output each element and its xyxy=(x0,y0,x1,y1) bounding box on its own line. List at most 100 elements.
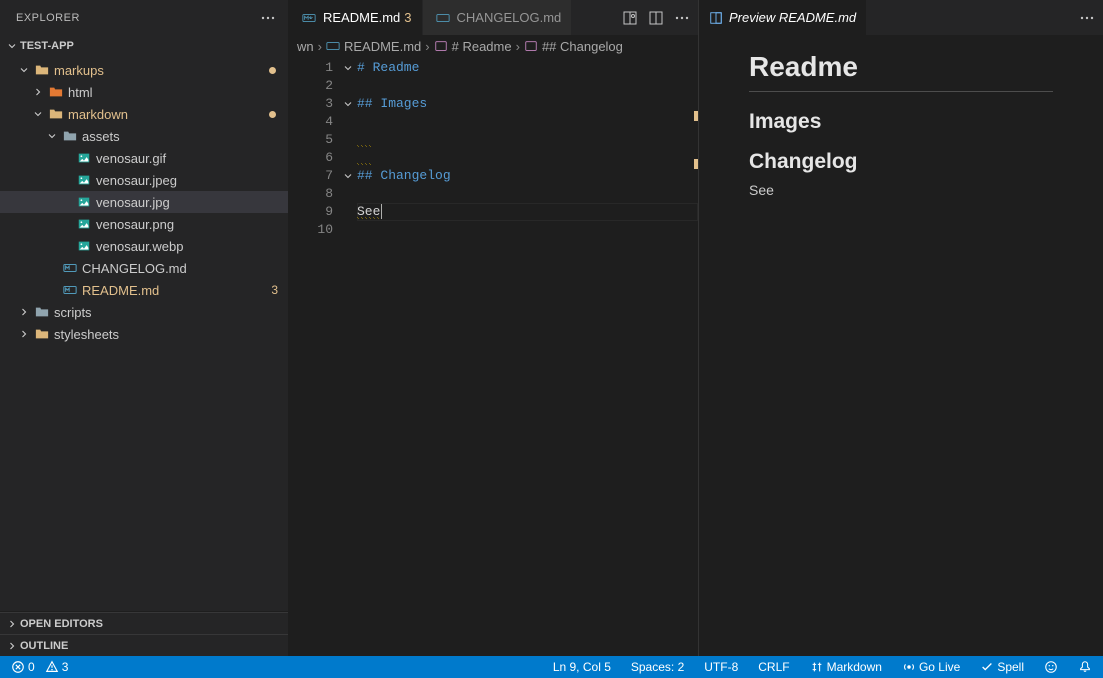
folder-orange-icon xyxy=(34,62,50,78)
preview-tabs: Preview README.md xyxy=(699,0,1103,35)
chevron-down-icon xyxy=(30,106,46,122)
tab-preview[interactable]: Preview README.md xyxy=(699,0,866,35)
tree-label: README.md xyxy=(82,283,159,298)
open-preview-side-icon[interactable] xyxy=(620,8,640,28)
code-content[interactable]: # Readme## Images ## ChangelogSee xyxy=(357,57,698,656)
preview-content: Readme Images Changelog See xyxy=(699,35,1103,656)
panel-label: OUTLINE xyxy=(20,640,68,652)
status-indentation[interactable]: Spaces: 2 xyxy=(628,660,687,674)
folder-scripts-icon xyxy=(34,304,50,320)
status-language[interactable]: Markdown xyxy=(807,660,885,674)
editor-actions xyxy=(614,8,698,28)
tree-folder[interactable]: markdown xyxy=(0,103,288,125)
sidebar-bottom-panels: OPEN EDITORS OUTLINE xyxy=(0,611,288,656)
status-eol[interactable]: CRLF xyxy=(755,660,792,674)
breadcrumb-item[interactable]: # Readme xyxy=(434,39,512,54)
md-file-icon xyxy=(435,10,451,26)
overview-ruler[interactable] xyxy=(684,57,698,656)
tree-file[interactable]: venosaur.gif xyxy=(0,147,288,169)
breadcrumb-item[interactable]: wn xyxy=(297,39,314,54)
more-icon[interactable] xyxy=(256,6,280,30)
tree-folder[interactable]: html xyxy=(0,81,288,103)
preview-h1: Readme xyxy=(749,51,1053,92)
more-icon[interactable] xyxy=(1077,8,1097,28)
image-icon xyxy=(76,172,92,188)
panel-outline[interactable]: OUTLINE xyxy=(0,634,288,656)
status-bell-icon[interactable] xyxy=(1075,660,1095,674)
tree-label: assets xyxy=(82,129,120,144)
status-feedback-icon[interactable] xyxy=(1041,660,1061,674)
breadcrumb-item[interactable]: README.md xyxy=(326,39,421,54)
tree-label: markdown xyxy=(68,107,128,122)
root-folder-name: TEST-APP xyxy=(20,40,74,52)
tree-label: markups xyxy=(54,63,104,78)
breadcrumb-item[interactable]: ## Changelog xyxy=(524,39,623,54)
chevron-right-icon xyxy=(4,638,20,654)
status-warnings[interactable]: 3 xyxy=(42,660,72,674)
tree-file[interactable]: venosaur.jpeg xyxy=(0,169,288,191)
preview-pane: Preview README.md Readme Images Changelo… xyxy=(698,0,1103,656)
chevron-right-icon xyxy=(16,304,32,320)
md-file-icon xyxy=(301,10,317,26)
chevron-right-icon xyxy=(4,616,20,632)
tree-folder[interactable]: scripts xyxy=(0,301,288,323)
tree-label: venosaur.jpeg xyxy=(96,173,177,188)
chevron-down-icon xyxy=(4,38,20,54)
tree-file[interactable]: venosaur.webp xyxy=(0,235,288,257)
modified-dot-icon xyxy=(269,67,276,74)
folder-styles-icon xyxy=(34,326,50,342)
tree-folder[interactable]: assets xyxy=(0,125,288,147)
sidebar-header: EXPLORER xyxy=(0,0,288,35)
status-spell[interactable]: Spell xyxy=(977,660,1027,674)
tree-folder[interactable]: markups xyxy=(0,59,288,81)
editor-tabs: README.md 3 CHANGELOG.md xyxy=(289,0,698,35)
tree-label: venosaur.gif xyxy=(96,151,166,166)
status-errors[interactable]: 0 xyxy=(8,660,38,674)
tab-readme[interactable]: README.md 3 xyxy=(289,0,423,35)
tree-file[interactable]: CHANGELOG.md xyxy=(0,257,288,279)
file-tree: markups html markdown assets venosaur.gif ven… xyxy=(0,57,288,611)
tree-label: venosaur.jpg xyxy=(96,195,170,210)
image-icon xyxy=(76,150,92,166)
root-folder-header[interactable]: TEST-APP xyxy=(0,35,288,57)
folder-assets-icon xyxy=(62,128,78,144)
status-cursor-position[interactable]: Ln 9, Col 5 xyxy=(550,660,614,674)
folder-md-icon xyxy=(48,106,64,122)
chevron-down-icon xyxy=(44,128,60,144)
tree-label: stylesheets xyxy=(54,327,119,342)
preview-paragraph: See xyxy=(749,182,1053,198)
tree-label: venosaur.png xyxy=(96,217,174,232)
fold-gutter xyxy=(339,57,357,656)
preview-tab-label: Preview README.md xyxy=(729,10,856,25)
tree-label: html xyxy=(68,85,93,100)
more-icon[interactable] xyxy=(672,8,692,28)
explorer-sidebar: EXPLORER TEST-APP markups html markdown ass… xyxy=(0,0,289,656)
image-icon xyxy=(76,216,92,232)
tree-badge: 3 xyxy=(271,283,278,297)
tree-file[interactable]: venosaur.png xyxy=(0,213,288,235)
editor-group-main: README.md 3 CHANGELOG.md wn › README.md … xyxy=(289,0,698,656)
status-go-live[interactable]: Go Live xyxy=(899,660,963,674)
status-encoding[interactable]: UTF-8 xyxy=(701,660,741,674)
preview-h2: Changelog xyxy=(749,150,1053,174)
tab-label: README.md xyxy=(323,10,400,25)
tree-label: CHANGELOG.md xyxy=(82,261,187,276)
chevron-right-icon xyxy=(16,326,32,342)
status-bar: 0 3 Ln 9, Col 5 Spaces: 2 UTF-8 CRLF Mar… xyxy=(0,656,1103,678)
modified-dot-icon xyxy=(269,111,276,118)
tree-file[interactable]: venosaur.jpg xyxy=(0,191,288,213)
split-editor-icon[interactable] xyxy=(646,8,666,28)
image-icon xyxy=(76,238,92,254)
sidebar-title: EXPLORER xyxy=(16,12,80,24)
breadcrumbs[interactable]: wn › README.md › # Readme › ## Changelog xyxy=(289,35,698,57)
line-number-gutter: 12345678910 xyxy=(289,57,339,656)
tree-file[interactable]: README.md 3 xyxy=(0,279,288,301)
chevron-right-icon xyxy=(30,84,46,100)
code-editor[interactable]: 12345678910 # Readme## Images ## Changel… xyxy=(289,57,698,656)
panel-open-editors[interactable]: OPEN EDITORS xyxy=(0,612,288,634)
image-icon xyxy=(76,194,92,210)
tree-folder[interactable]: stylesheets xyxy=(0,323,288,345)
tab-changelog[interactable]: CHANGELOG.md xyxy=(423,0,573,35)
tab-badge: 3 xyxy=(404,10,411,25)
tree-label: scripts xyxy=(54,305,92,320)
